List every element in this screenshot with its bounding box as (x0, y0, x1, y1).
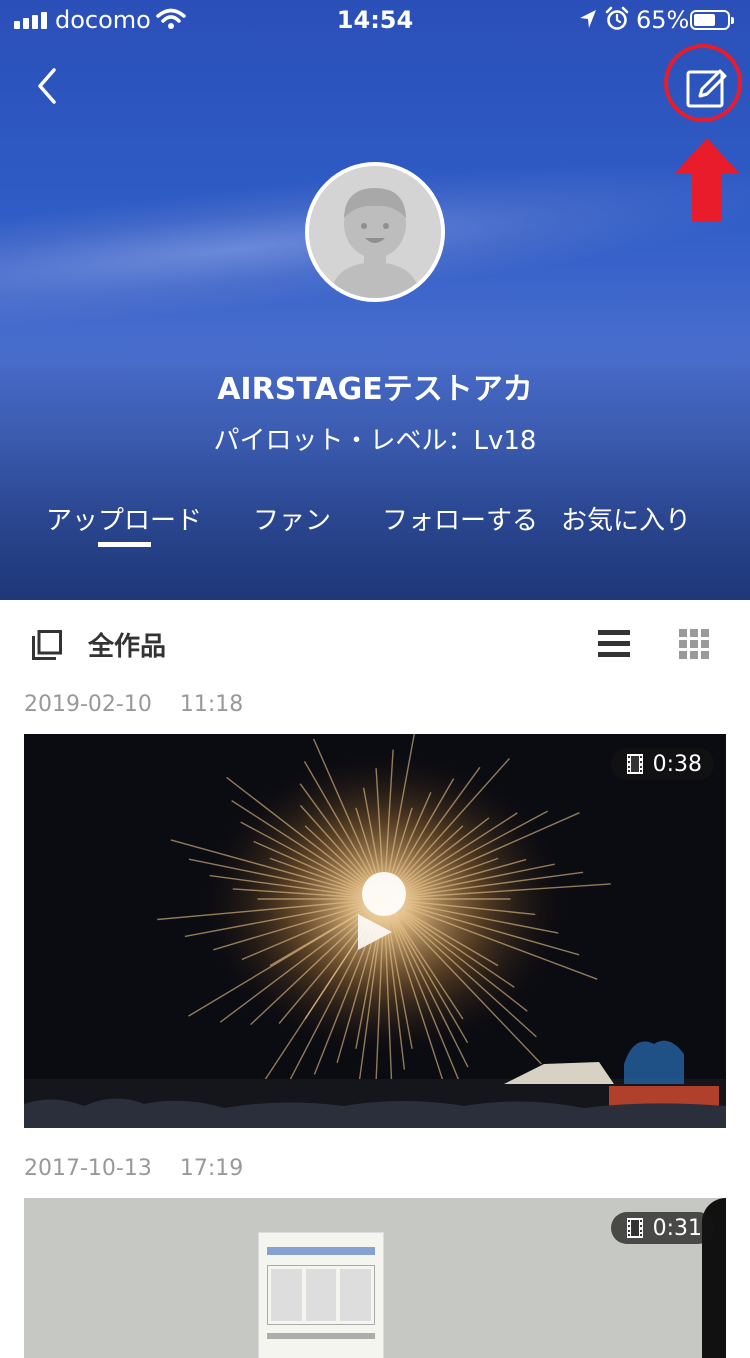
edit-icon[interactable] (674, 62, 738, 118)
status-bar: docomo 14:54 65% (0, 0, 750, 40)
location-arrow-icon (580, 10, 596, 28)
tab-upload[interactable]: アップロード (46, 500, 202, 537)
pointer-arrow-icon (674, 138, 740, 222)
duration-badge: 0:38 (610, 748, 714, 780)
active-tab-indicator (98, 542, 151, 547)
pilot-level: パイロット・レベル：Lv18 (213, 426, 537, 456)
tab-favorites[interactable]: お気に入り (561, 500, 691, 537)
post-time-value: 17:19 (179, 1156, 244, 1181)
profile-header: docomo 14:54 65% AIRSTAGEテストアカ パイロット・レベル… (0, 0, 750, 600)
username: AIRSTAGEテストアカ (217, 372, 533, 407)
play-icon[interactable] (352, 910, 396, 954)
post-date-2: 2017-10-13 17:19 (24, 1156, 243, 1181)
post-date-value: 2019-02-10 (24, 692, 152, 717)
tab-fans[interactable]: ファン (253, 500, 331, 537)
duration-label: 0:31 (652, 1215, 702, 1241)
works-stack-icon (32, 630, 62, 660)
film-icon (626, 1218, 643, 1238)
duration-label: 0:38 (652, 751, 702, 777)
all-works-title: 全作品 (88, 632, 167, 662)
video-thumbnail-1[interactable]: 0:38 (24, 734, 726, 1128)
wall-poster-image (258, 1232, 384, 1358)
post-date-value: 2017-10-13 (24, 1156, 152, 1181)
avatar[interactable] (305, 162, 445, 302)
post-time-value: 11:18 (179, 692, 244, 717)
default-avatar-icon (309, 166, 441, 298)
battery-percent: 65% (636, 6, 690, 34)
tab-following[interactable]: フォローする (382, 500, 538, 537)
video-thumbnail-2[interactable]: 0:31 (24, 1198, 726, 1358)
grid-view-icon[interactable] (676, 626, 712, 662)
post-date-1: 2019-02-10 11:18 (24, 692, 243, 717)
film-icon (626, 754, 643, 774)
duration-badge: 0:31 (610, 1212, 714, 1244)
back-chevron-icon[interactable] (28, 62, 68, 110)
list-view-icon[interactable] (596, 628, 632, 660)
alarm-icon (605, 6, 629, 30)
battery-icon (690, 10, 734, 30)
battery-level-fill (694, 14, 715, 26)
